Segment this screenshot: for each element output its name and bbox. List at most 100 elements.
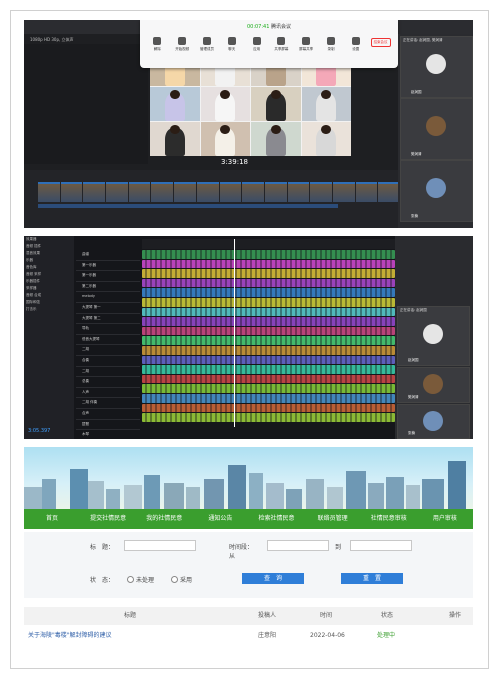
library-item[interactable]: 音频 合成 [24, 292, 74, 299]
playhead[interactable] [234, 239, 235, 427]
status-radio-unprocessed[interactable] [127, 576, 134, 583]
library-item[interactable]: 乐器插件 [24, 278, 74, 285]
meeting-tool-button[interactable]: 屏幕共享 [295, 34, 318, 64]
library-item[interactable]: 国际和弦 [24, 299, 74, 306]
track-header[interactable]: 第二乐器 [76, 282, 140, 293]
participant-tile[interactable]: 正在讲话: 赵润国, 樊润清 赵润国 [400, 36, 473, 98]
timeline-clip[interactable] [355, 182, 378, 202]
library-item[interactable]: 音色库 [24, 264, 74, 271]
participant-tile[interactable]: 樊润清 [397, 367, 470, 403]
nav-item[interactable]: 通知公告 [192, 509, 248, 529]
audio-region[interactable] [142, 393, 395, 403]
track-header[interactable]: 低音大提琴 [76, 335, 140, 346]
nav-item[interactable]: 社情民意审核 [361, 509, 417, 529]
timeline-clips[interactable] [38, 182, 400, 202]
timeline-clip[interactable] [242, 182, 264, 202]
track-header[interactable]: 合声 [76, 409, 140, 420]
track-header[interactable]: 第一乐器 [76, 271, 140, 282]
track-header[interactable]: 第一乐器 [76, 261, 140, 272]
status-radio-adopted[interactable] [171, 576, 178, 583]
track-header[interactable]: 木琴 [76, 430, 140, 439]
timeline-clip[interactable] [151, 182, 174, 202]
timeline-clip[interactable] [83, 182, 106, 202]
track-header[interactable]: 合奏 [76, 356, 140, 367]
nav-item[interactable]: 我的社情民意 [136, 509, 192, 529]
reset-button[interactable]: 重 置 [341, 573, 403, 584]
title-input[interactable] [124, 540, 196, 551]
timeline-clip[interactable] [310, 182, 332, 202]
track-header[interactable]: 二胡 [76, 367, 140, 378]
track-header[interactable]: 二胡 伴奏 [76, 398, 140, 409]
track-header[interactable]: 大提琴 第一 [76, 303, 140, 314]
toolbar-icon [227, 37, 236, 45]
timeline-clip[interactable] [332, 182, 355, 202]
timeline-clip[interactable] [60, 182, 83, 202]
date-from-input[interactable] [267, 540, 329, 551]
meeting-tool-button[interactable]: 应用 [245, 34, 268, 64]
library-item[interactable]: 音频 采样 [24, 271, 74, 278]
nav-item[interactable]: 首页 [24, 509, 80, 529]
participant-tile[interactable]: 正在讲话: 赵润国 赵润国 [397, 306, 470, 366]
library-item[interactable]: 打击乐 [24, 306, 74, 313]
track-header[interactable]: 大提琴 第二 [76, 314, 140, 325]
timeline-clip[interactable] [287, 182, 310, 202]
meeting-tool-button[interactable]: 管理成员 [196, 34, 219, 64]
audio-region[interactable] [142, 345, 395, 355]
audio-region[interactable] [142, 413, 395, 422]
timeline-clip[interactable] [196, 182, 219, 202]
track-header[interactable]: 人声 [76, 388, 140, 399]
audio-region[interactable] [142, 336, 395, 345]
audio-region[interactable] [142, 269, 395, 278]
audio-region[interactable] [142, 250, 395, 259]
audio-region[interactable] [142, 259, 395, 269]
timeline-clip[interactable] [38, 182, 60, 202]
participant-tile[interactable]: 樊润清 [400, 98, 473, 160]
meeting-tool-button[interactable]: 设置 [344, 34, 367, 64]
row-title-link[interactable]: 关于海陵"毒楼"解封障碍的建议 [28, 629, 112, 643]
audio-region[interactable] [142, 384, 395, 393]
timeline-clip[interactable] [219, 182, 242, 202]
date-to-input[interactable] [350, 540, 412, 551]
library-item[interactable]: 效果器 [24, 236, 74, 243]
meeting-tool-button[interactable]: 聊天 [220, 34, 243, 64]
library-item[interactable]: 音频 插件 [24, 243, 74, 250]
track-header[interactable]: melody [76, 292, 140, 303]
audio-region[interactable] [142, 297, 395, 307]
timeline-clip[interactable] [264, 182, 287, 202]
track-header[interactable]: 导轨 [76, 324, 140, 335]
audio-region[interactable] [142, 403, 395, 413]
search-button[interactable]: 查 询 [242, 573, 304, 584]
meeting-tool-button[interactable]: 解除 [146, 34, 169, 64]
nav-item[interactable]: 用户审核 [417, 509, 473, 529]
library-item[interactable]: 乐器 [24, 257, 74, 264]
timeline-clip[interactable] [106, 182, 128, 202]
audio-region[interactable] [142, 288, 395, 297]
meeting-tool-button[interactable]: 结束会议 [369, 34, 392, 64]
track-header[interactable]: 曲谱 [76, 250, 140, 261]
timeline-clip[interactable] [378, 182, 400, 202]
track-lanes[interactable] [142, 250, 395, 425]
audio-region[interactable] [142, 278, 395, 288]
audio-region[interactable] [142, 374, 395, 384]
meeting-tool-button[interactable]: 录制 [320, 34, 343, 64]
library-item[interactable]: 采样器 [24, 285, 74, 292]
track-header[interactable]: 二胡 [76, 345, 140, 356]
audio-region[interactable] [142, 326, 395, 336]
nav-item[interactable]: 检索社情民意 [249, 509, 305, 529]
participant-tile[interactable]: 张楠 [400, 160, 473, 222]
meeting-tool-button[interactable]: 开始视频 [171, 34, 194, 64]
meeting-tool-button[interactable]: 共享屏幕 [270, 34, 293, 64]
nav-item[interactable]: 联络员管理 [305, 509, 361, 529]
nav-item[interactable]: 提交社情民意 [80, 509, 136, 529]
audio-region[interactable] [142, 355, 395, 365]
track-header[interactable]: 琵琶 [76, 420, 140, 431]
library-item[interactable]: 混音效果 [24, 250, 74, 257]
participant-tile[interactable]: 张楠 [397, 404, 470, 439]
timeline-clip[interactable] [128, 182, 151, 202]
audio-region[interactable] [142, 307, 395, 317]
daw-ruler[interactable] [142, 239, 395, 249]
timeline-clip[interactable] [174, 182, 196, 202]
track-header[interactable]: 总奏 [76, 377, 140, 388]
audio-region[interactable] [142, 317, 395, 326]
audio-region[interactable] [142, 365, 395, 374]
